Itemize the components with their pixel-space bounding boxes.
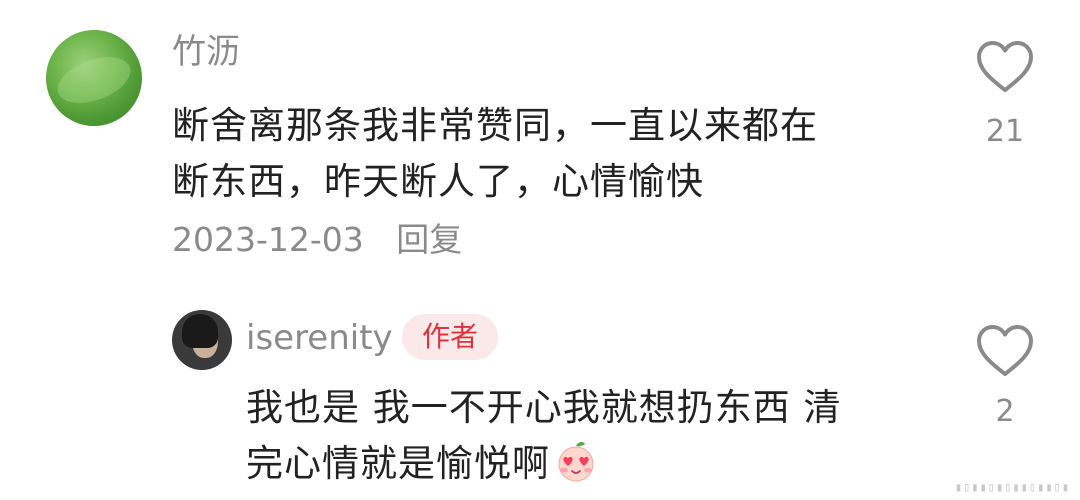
heart-eyes-emoji-icon [558, 441, 594, 482]
comment-item: 竹沥 断舍离那条我非常赞同，一直以来都在 断东西，昨天断人了，心情愉快 2023… [0, 0, 1080, 285]
reply-item: iserenity 作者 我也是 我一不开心我就想扔东西 清 完心情就是愉悦啊 [0, 300, 1080, 500]
like-count: 2 [995, 394, 1015, 429]
comment-username[interactable]: 竹沥 [172, 30, 240, 74]
like-count: 21 [985, 114, 1025, 149]
avatar-hair [182, 314, 218, 348]
watermark: ▮▯▮▮▯▮▯▮▮▯▮▮▯▮ [954, 480, 1070, 494]
like-button[interactable]: 21 [972, 40, 1038, 150]
reply-text: 我也是 我一不开心我就想扔东西 清 完心情就是愉悦啊 [246, 380, 926, 492]
reply-username[interactable]: iserenity [246, 316, 393, 360]
comment-text-line: 断东西，昨天断人了，心情愉快 [172, 160, 704, 203]
comment-text-line: 断舍离那条我非常赞同，一直以来都在 [172, 104, 818, 147]
reply-text-line: 我也是 我一不开心我就想扔东西 清 [246, 386, 842, 429]
heart-outline-icon[interactable] [976, 324, 1034, 378]
comment-date: 2023-12-03 [172, 220, 364, 259]
author-badge: 作者 [402, 314, 498, 360]
reply-button[interactable]: 回复 [396, 220, 462, 259]
comment-text: 断舍离那条我非常赞同，一直以来都在 断东西，昨天断人了，心情愉快 [172, 98, 912, 210]
reply-text-line: 完心情就是愉悦啊 [246, 436, 926, 492]
comment-thread: 竹沥 断舍离那条我非常赞同，一直以来都在 断东西，昨天断人了，心情愉快 2023… [0, 0, 1080, 500]
comment-meta: 2023-12-03 回复 [172, 218, 462, 262]
reply-text-segment: 完心情就是愉悦啊 [246, 442, 550, 485]
like-button[interactable]: 2 [972, 324, 1038, 430]
avatar[interactable] [46, 30, 142, 126]
heart-outline-icon[interactable] [976, 40, 1034, 94]
avatar[interactable] [172, 310, 232, 370]
